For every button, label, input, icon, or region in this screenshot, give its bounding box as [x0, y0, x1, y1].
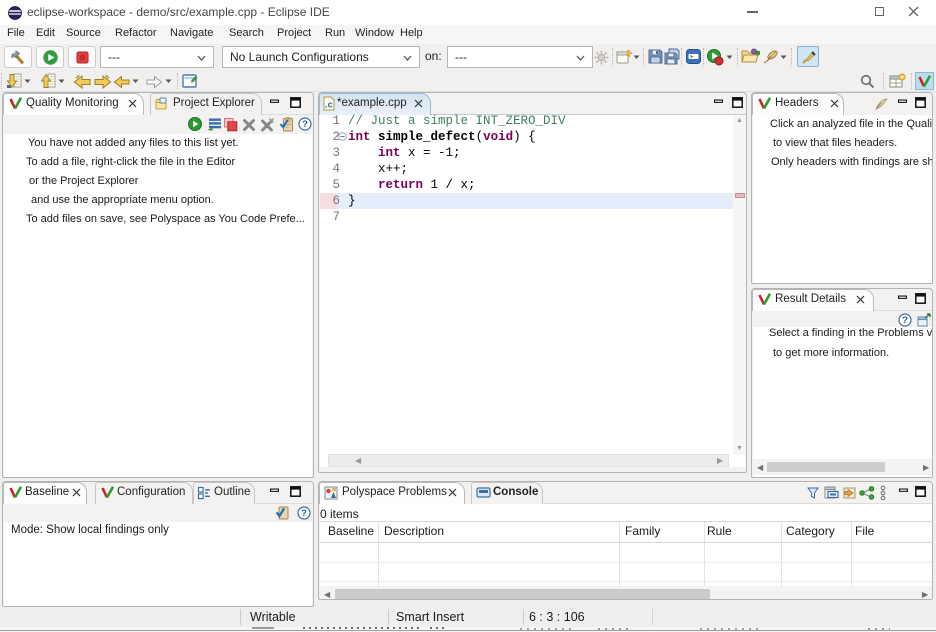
svg-text:?: ?	[302, 119, 308, 130]
svg-text:.c: .c	[325, 100, 333, 111]
svg-text:?: ?	[301, 508, 307, 519]
svg-text:?: ?	[902, 315, 908, 326]
